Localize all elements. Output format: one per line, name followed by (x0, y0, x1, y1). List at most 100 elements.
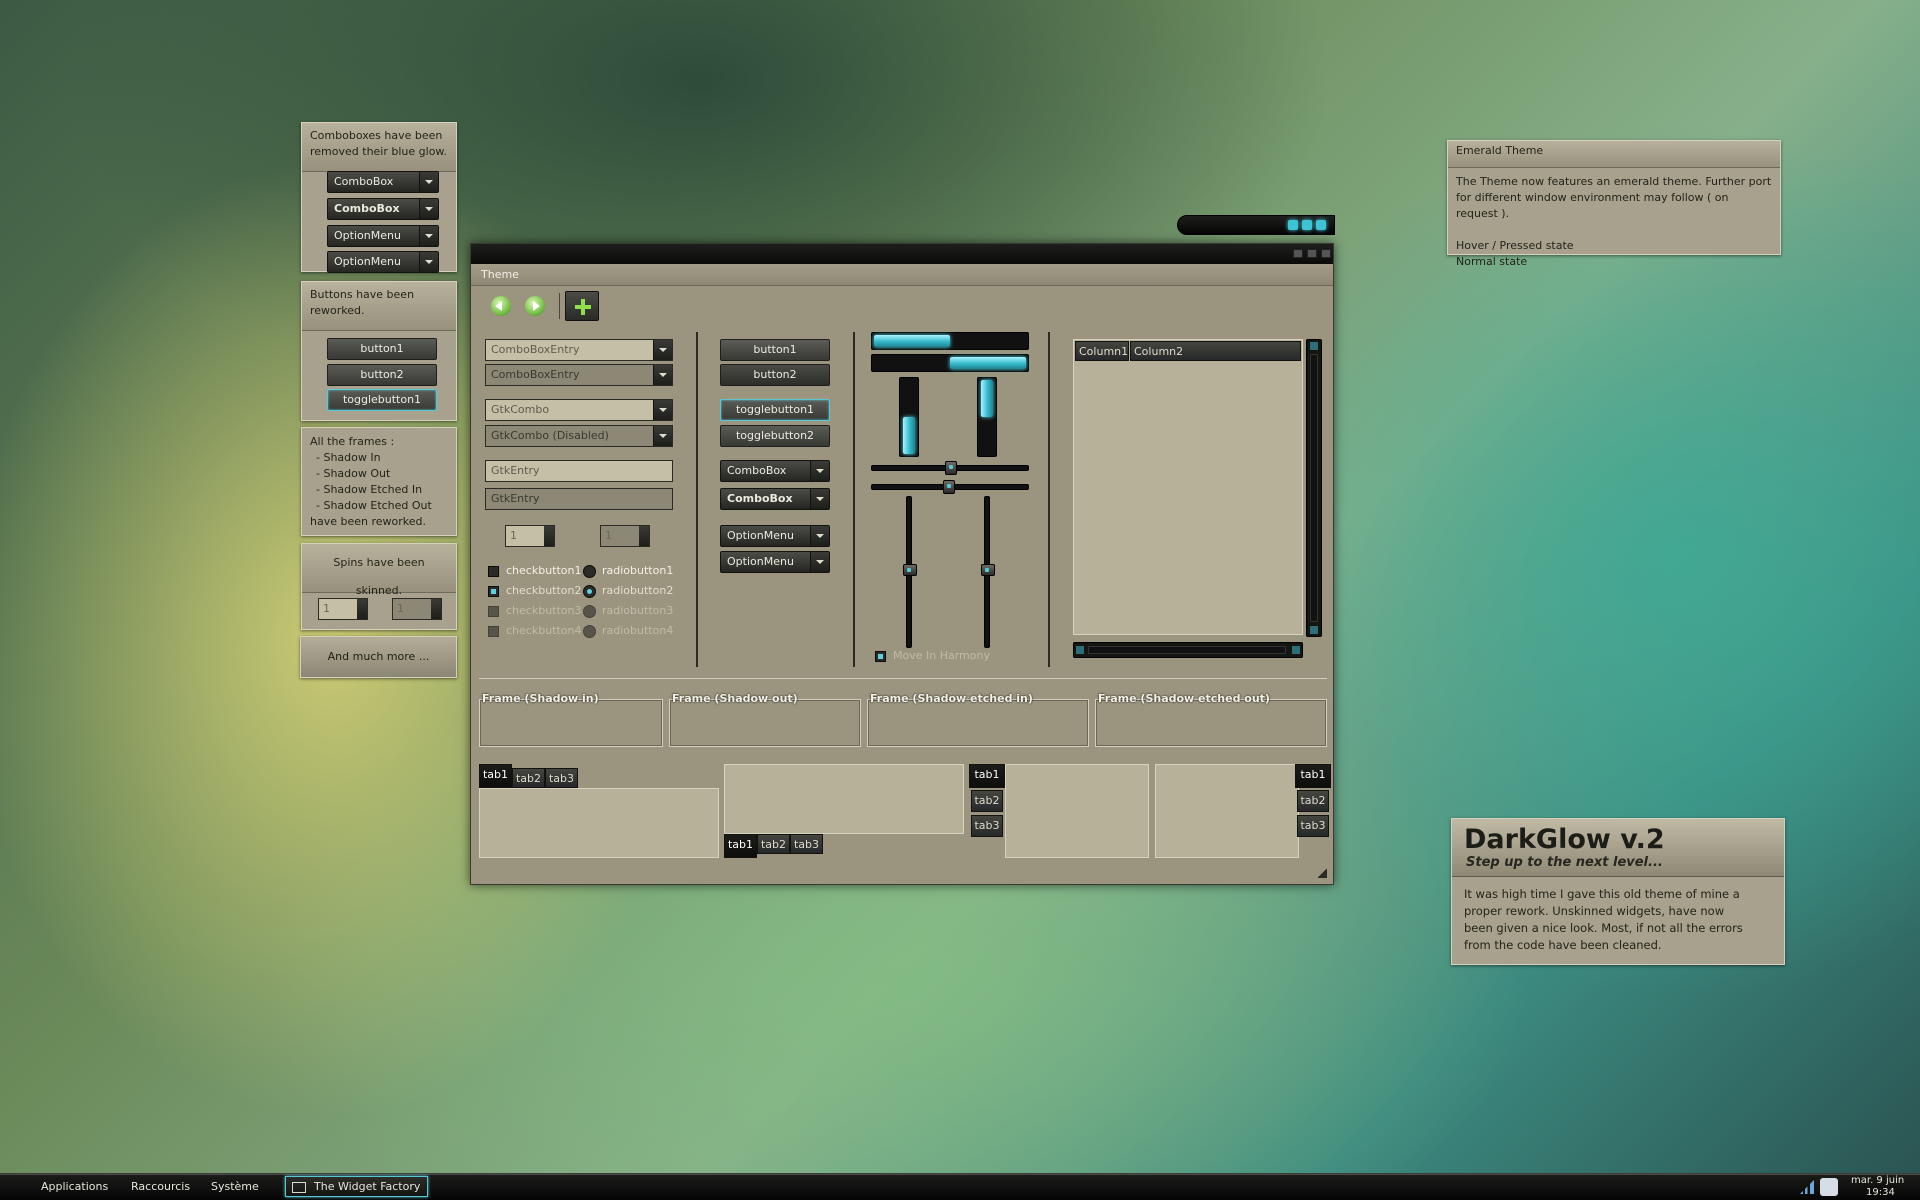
vscale-2-handle[interactable] (981, 564, 995, 576)
sidebar-spin-1[interactable]: 1 (318, 598, 368, 620)
radiobutton1-dot[interactable] (583, 565, 596, 578)
checkbutton1-box[interactable] (488, 566, 499, 577)
treeview-header-column1[interactable]: Column1 (1075, 341, 1129, 361)
scroll-down-icon[interactable] (1310, 626, 1318, 634)
hscroll-thumb[interactable] (1088, 646, 1286, 654)
button1[interactable]: button1 (720, 339, 830, 361)
tab-top-tab1[interactable]: tab1 (479, 764, 512, 788)
tab-left-tab3[interactable]: tab3 (971, 815, 1003, 837)
tab-right-tab3[interactable]: tab3 (1297, 815, 1329, 837)
sidebar-button1[interactable]: button1 (327, 338, 437, 360)
spin-arrows-icon[interactable] (544, 526, 554, 546)
vprogressbar-2 (977, 377, 997, 457)
radiobutton2-dot[interactable] (583, 585, 596, 598)
window-close-icon[interactable] (1321, 249, 1331, 258)
normal-state-label: Normal state (1456, 255, 1528, 268)
tab-left-tab1[interactable]: tab1 (969, 764, 1005, 788)
notebook-top-page (479, 788, 719, 858)
sidebar-button2[interactable]: button2 (327, 364, 437, 386)
window-titlebar[interactable] (471, 244, 1333, 264)
sidebar-spin-2[interactable]: 1 (392, 598, 442, 620)
menu-theme[interactable]: Theme (481, 268, 519, 281)
combo-note-text: Comboboxes have been removed their blue … (302, 123, 456, 172)
close-icon[interactable] (1316, 220, 1326, 230)
spin-arrows-icon[interactable] (639, 526, 649, 546)
glow-titlebar-decoration (1177, 215, 1335, 235)
vscale-1-handle[interactable] (903, 564, 917, 576)
sidebar-combobox-1[interactable]: ComboBox (327, 171, 439, 193)
frame-shadow-etched-in-label: Frame (Shadow etched in) (870, 692, 1033, 705)
radiobutton1-label[interactable]: radiobutton1 (602, 564, 673, 577)
gtkentry-2[interactable]: GtkEntry (485, 488, 673, 510)
menu-applications[interactable]: Applications (37, 1177, 112, 1197)
checkbutton2-label[interactable]: checkbutton2 (506, 584, 582, 597)
optionmenu-1[interactable]: OptionMenu (720, 525, 830, 547)
treeview-header-column2[interactable]: Column2 (1130, 341, 1301, 361)
frames-note-panel: All the frames : - Shadow In - Shadow Ou… (301, 427, 457, 536)
sidebar-combobox-2[interactable]: ComboBox (327, 198, 439, 220)
menu-raccourcis[interactable]: Raccourcis (127, 1177, 194, 1197)
scroll-thumb[interactable] (1310, 354, 1318, 622)
minimize-icon[interactable] (1288, 220, 1298, 230)
sidebar-togglebutton1[interactable]: togglebutton1 (327, 389, 437, 411)
notification-icon[interactable] (1820, 1178, 1838, 1196)
forward-button[interactable] (525, 296, 545, 316)
tab-right-tab1[interactable]: tab1 (1295, 764, 1331, 788)
scroll-left-icon[interactable] (1076, 646, 1084, 654)
gtkcombo[interactable]: GtkCombo (485, 399, 673, 421)
combobox-1[interactable]: ComboBox (720, 460, 830, 482)
darkglow-body: It was high time I gave this old theme o… (1464, 887, 1743, 952)
add-button[interactable] (565, 291, 599, 321)
hscale-1-handle[interactable] (945, 461, 957, 475)
clock-time[interactable]: 19:34 (1866, 1187, 1895, 1199)
tab-top-tab2[interactable]: tab2 (512, 768, 545, 788)
back-button[interactable] (491, 296, 511, 316)
chevron-down-icon (419, 199, 438, 219)
move-in-harmony-checkbox[interactable] (875, 651, 886, 662)
checkbutton1-label[interactable]: checkbutton1 (506, 564, 582, 577)
maximize-icon[interactable] (1302, 220, 1312, 230)
taskbar-window-button[interactable]: The Widget Factory (285, 1176, 428, 1197)
optionmenu-2[interactable]: OptionMenu (720, 551, 830, 573)
togglebutton1[interactable]: togglebutton1 (720, 399, 830, 421)
scroll-right-icon[interactable] (1292, 646, 1300, 654)
go-forward-icon (533, 301, 540, 311)
resize-grip-icon[interactable] (1318, 869, 1327, 878)
tab-bottom-tab1[interactable]: tab1 (724, 834, 757, 858)
hscale-2-handle[interactable] (943, 480, 955, 494)
plus-icon-bar (575, 305, 591, 309)
tab-top-tab3[interactable]: tab3 (545, 768, 578, 788)
window-maximize-icon[interactable] (1307, 249, 1317, 258)
sidebar-optionmenu-1[interactable]: OptionMenu (327, 225, 439, 247)
progressbar-2-fill (950, 357, 1026, 369)
sidebar-optionmenu-2[interactable]: OptionMenu (327, 251, 439, 273)
treeview[interactable]: Column1 Column2 (1073, 339, 1303, 635)
scroll-up-icon[interactable] (1310, 342, 1318, 350)
checkbutton2-box[interactable] (488, 586, 499, 597)
tab-left-tab2[interactable]: tab2 (971, 790, 1003, 812)
chevron-down-icon[interactable] (653, 400, 672, 420)
gtkentry-1[interactable]: GtkEntry (485, 460, 673, 482)
comboboxentry-1[interactable]: ComboBoxEntry (485, 339, 673, 361)
comboboxentry-2[interactable]: ComboBoxEntry (485, 364, 673, 386)
togglebutton2[interactable]: togglebutton2 (720, 425, 830, 447)
chevron-down-icon[interactable] (653, 365, 672, 385)
network-signal-icon[interactable] (1800, 1180, 1814, 1194)
treeview-vscrollbar[interactable] (1306, 339, 1322, 637)
treeview-hscrollbar[interactable] (1073, 642, 1303, 658)
button2[interactable]: button2 (720, 364, 830, 386)
combobox-2[interactable]: ComboBox (720, 488, 830, 510)
tab-bottom-tab2[interactable]: tab2 (757, 834, 790, 854)
clock-date[interactable]: mar. 9 juin (1851, 1175, 1904, 1187)
tab-right-tab2[interactable]: tab2 (1297, 790, 1329, 812)
menu-systeme[interactable]: Système (207, 1177, 263, 1197)
spin-arrows-icon[interactable] (431, 599, 441, 619)
spin-1[interactable]: 1 (505, 525, 555, 547)
window-minimize-icon[interactable] (1293, 249, 1303, 258)
move-in-harmony-label[interactable]: Move In Harmony (893, 649, 990, 662)
chevron-down-icon[interactable] (653, 340, 672, 360)
radiobutton2-label[interactable]: radiobutton2 (602, 584, 673, 597)
tab-bottom-tab3[interactable]: tab3 (790, 834, 823, 854)
spin-2[interactable]: 1 (600, 525, 650, 547)
spin-arrows-icon[interactable] (357, 599, 367, 619)
